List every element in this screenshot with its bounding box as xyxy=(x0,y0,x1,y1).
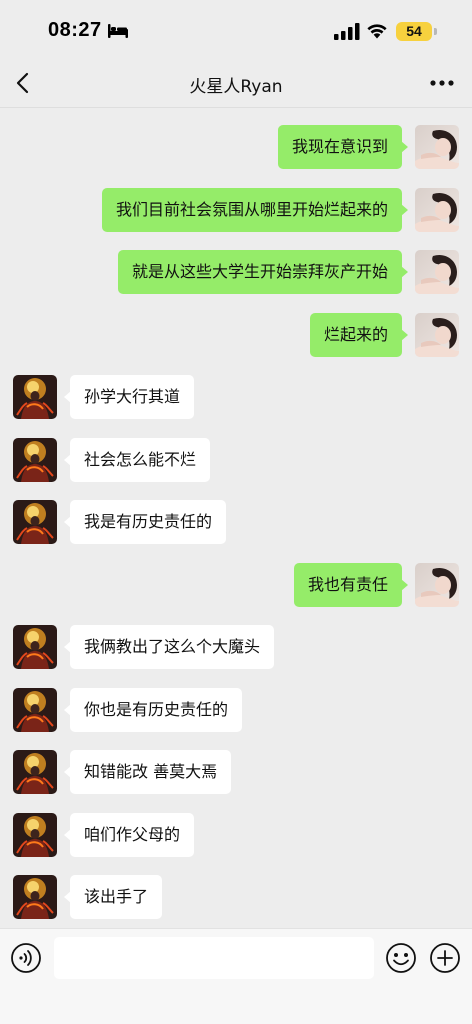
outgoing-message-row: 烂起来的 xyxy=(0,313,472,361)
incoming-message-bubble[interactable]: 我俩教出了这么个大魔头 xyxy=(63,625,275,669)
nav-bar: 火星人Ryan xyxy=(0,58,472,108)
incoming-message-row: 孙学大行其道 xyxy=(0,375,472,423)
chat-title: 火星人Ryan xyxy=(189,77,283,97)
incoming-message-bubble[interactable]: 该出手了 xyxy=(63,875,163,919)
outgoing-message-row: 我们目前社会氛围从哪里开始烂起来的 xyxy=(0,188,472,236)
incoming-message-row: 社会怎么能不烂 xyxy=(0,438,472,486)
plus-icon[interactable] xyxy=(429,942,461,974)
my-avatar[interactable] xyxy=(415,125,459,169)
outgoing-message-row: 我也有责任 xyxy=(0,563,472,611)
cellular-signal-icon xyxy=(334,23,360,40)
voice-input-icon[interactable] xyxy=(10,942,42,974)
message-input[interactable] xyxy=(54,937,374,979)
incoming-message-bubble[interactable]: 社会怎么能不烂 xyxy=(63,438,211,482)
incoming-message-bubble[interactable]: 你也是有历史责任的 xyxy=(63,688,243,732)
my-avatar[interactable] xyxy=(415,563,459,607)
contact-avatar[interactable] xyxy=(13,500,57,544)
contact-avatar[interactable] xyxy=(13,750,57,794)
more-icon[interactable] xyxy=(428,78,456,88)
incoming-message-bubble[interactable]: 知错能改 善莫大焉 xyxy=(63,750,232,794)
incoming-message-row: 我俩教出了这么个大魔头 xyxy=(0,625,472,673)
my-avatar[interactable] xyxy=(415,250,459,294)
contact-avatar[interactable] xyxy=(13,625,57,669)
bed-icon xyxy=(108,24,128,38)
contact-avatar[interactable] xyxy=(13,438,57,482)
contact-avatar[interactable] xyxy=(13,688,57,732)
status-bar: 08:27 54 xyxy=(0,0,472,58)
battery-indicator: 54 xyxy=(396,22,432,41)
incoming-message-bubble[interactable]: 孙学大行其道 xyxy=(63,375,195,419)
incoming-message-row: 我是有历史责任的 xyxy=(0,500,472,548)
incoming-message-bubble[interactable]: 咱们作父母的 xyxy=(63,813,195,857)
outgoing-message-row: 我现在意识到 xyxy=(0,125,472,173)
battery-tip xyxy=(434,28,437,35)
outgoing-message-row: 就是从这些大学生开始崇拜灰产开始 xyxy=(0,250,472,298)
outgoing-message-bubble[interactable]: 我们目前社会氛围从哪里开始烂起来的 xyxy=(101,188,409,232)
incoming-message-row: 知错能改 善莫大焉 xyxy=(0,750,472,798)
contact-avatar[interactable] xyxy=(13,375,57,419)
my-avatar[interactable] xyxy=(415,188,459,232)
contact-avatar[interactable] xyxy=(13,875,57,919)
emoji-icon[interactable] xyxy=(385,942,417,974)
wifi-icon xyxy=(367,24,387,39)
contact-avatar[interactable] xyxy=(13,813,57,857)
outgoing-message-bubble[interactable]: 我也有责任 xyxy=(293,563,409,607)
incoming-message-row: 该出手了 xyxy=(0,875,472,923)
outgoing-message-bubble[interactable]: 烂起来的 xyxy=(309,313,409,357)
outgoing-message-bubble[interactable]: 我现在意识到 xyxy=(277,125,409,169)
incoming-message-row: 你也是有历史责任的 xyxy=(0,688,472,736)
outgoing-message-bubble[interactable]: 就是从这些大学生开始崇拜灰产开始 xyxy=(117,250,409,294)
status-time: 08:27 xyxy=(48,19,102,41)
message-list[interactable]: 我现在意识到 我们目前社会氛围从哪里开始烂起来的 就是从这些大学生开始崇拜灰产开… xyxy=(0,108,472,928)
incoming-message-row: 咱们作父母的 xyxy=(0,813,472,861)
my-avatar[interactable] xyxy=(415,313,459,357)
input-bar xyxy=(0,928,472,1024)
incoming-message-bubble[interactable]: 我是有历史责任的 xyxy=(63,500,227,544)
